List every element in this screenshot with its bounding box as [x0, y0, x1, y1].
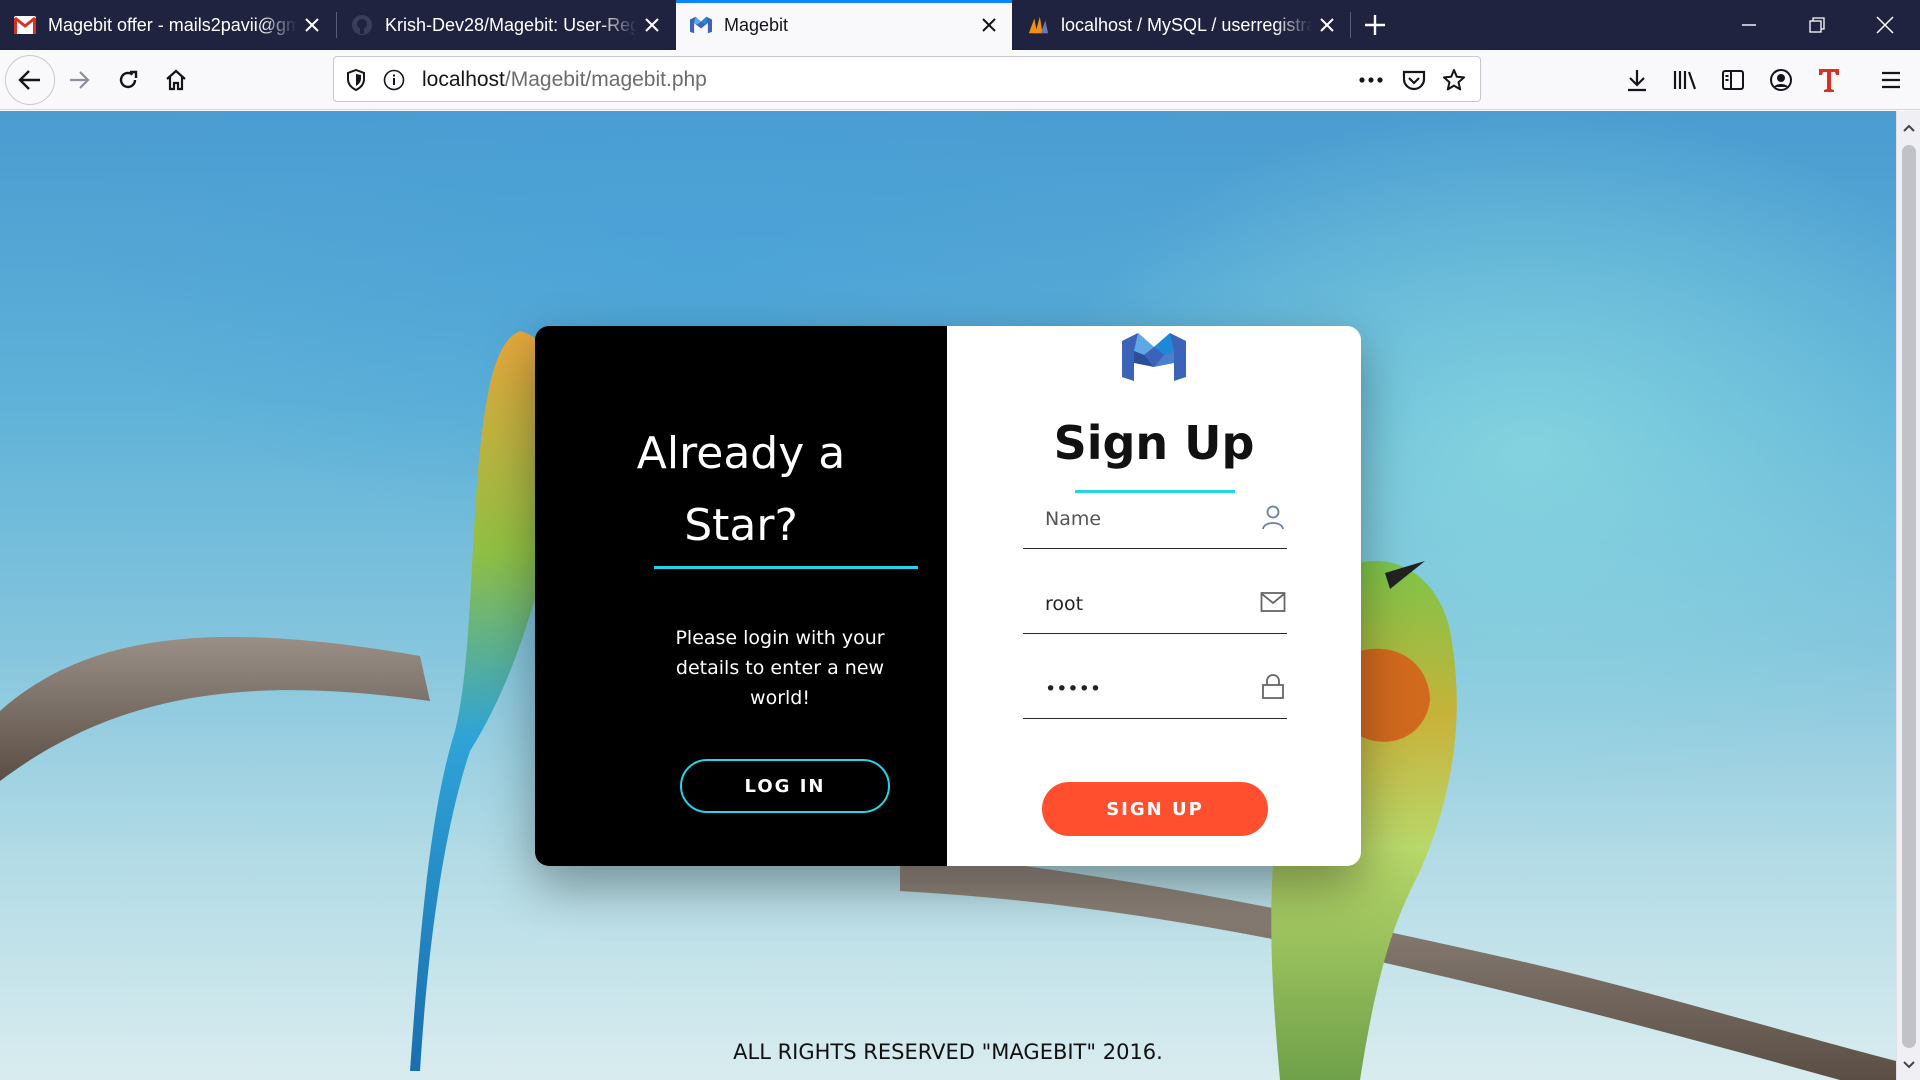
- new-tab-button[interactable]: [1358, 8, 1392, 42]
- sidebar-button[interactable]: [1716, 63, 1750, 97]
- signup-title: Sign Up: [1053, 416, 1255, 470]
- url-bar[interactable]: localhost/Magebit/magebit.php: [333, 56, 1481, 102]
- close-tab-icon[interactable]: [1312, 10, 1342, 40]
- tab-title: Magebit: [724, 14, 789, 35]
- email-input[interactable]: [1045, 588, 1245, 620]
- home-button[interactable]: [156, 60, 196, 100]
- gmail-icon: [14, 14, 36, 36]
- signup-panel: Sign Up SIGN UP: [947, 326, 1361, 866]
- extension-button[interactable]: [1812, 63, 1846, 97]
- sidebar-icon: [1722, 70, 1744, 90]
- scrollbar-thumb[interactable]: [1902, 145, 1916, 1048]
- download-icon: [1628, 70, 1646, 92]
- email-field: [1023, 574, 1287, 634]
- signup-button[interactable]: SIGN UP: [1042, 782, 1268, 836]
- account-button[interactable]: [1764, 63, 1798, 97]
- navigation-toolbar: localhost/Magebit/magebit.php: [0, 50, 1920, 110]
- plus-icon: [1365, 15, 1385, 35]
- tab-github[interactable]: Krish-Dev28/Magebit: User-Registration: [337, 0, 675, 50]
- close-tab-icon[interactable]: [637, 10, 667, 40]
- scroll-down-icon[interactable]: [1900, 1056, 1918, 1074]
- login-heading-line1: Already a: [636, 428, 846, 479]
- shield-icon[interactable]: [344, 68, 368, 92]
- site-info-icon[interactable]: [382, 68, 406, 92]
- auth-card: Already a Star? Please login with your d…: [535, 326, 1361, 866]
- name-input[interactable]: [1045, 503, 1245, 535]
- url-host: localhost: [422, 68, 505, 91]
- reload-button[interactable]: [108, 60, 148, 100]
- reload-icon: [119, 70, 138, 89]
- branch-left: [0, 636, 430, 781]
- tab-gmail[interactable]: Magebit offer - mails2pavii@gmail.com: [0, 0, 335, 50]
- close-tab-icon[interactable]: [974, 10, 1004, 40]
- page-scrollbar[interactable]: [1896, 111, 1920, 1080]
- tab-magebit[interactable]: Magebit: [676, 0, 1012, 50]
- footer-copyright: ALL RIGHTS RESERVED "MAGEBIT" 2016.: [733, 1040, 1163, 1064]
- home-icon: [166, 69, 186, 91]
- close-icon: [1876, 16, 1894, 34]
- hamburger-menu-icon: [1882, 71, 1900, 89]
- account-icon: [1770, 69, 1792, 91]
- tab-strip: Magebit offer - mails2pavii@gmail.com Kr…: [0, 0, 1920, 50]
- pocket-icon[interactable]: [1402, 68, 1426, 92]
- password-field: [1023, 659, 1287, 719]
- page-actions-icon[interactable]: [1359, 68, 1383, 92]
- extension-t-icon: [1819, 69, 1839, 92]
- lock-icon: [1259, 673, 1287, 701]
- login-heading-line2: Star?: [684, 500, 798, 551]
- user-icon: [1259, 503, 1287, 531]
- tab-title: Magebit offer - mails2pavii@gmail.com: [48, 14, 297, 35]
- phpmyadmin-icon: [1027, 14, 1049, 36]
- magebit-icon: [690, 14, 712, 36]
- url-path: /Magebit/magebit.php: [504, 68, 707, 91]
- magebit-logo: [1122, 333, 1186, 381]
- login-button[interactable]: LOG IN: [680, 759, 890, 813]
- github-icon: [351, 14, 373, 36]
- close-tab-icon[interactable]: [297, 10, 327, 40]
- bookmark-star-icon[interactable]: [1442, 68, 1466, 92]
- downloads-button[interactable]: [1620, 63, 1654, 97]
- back-button[interactable]: [5, 55, 55, 105]
- minimize-button[interactable]: [1718, 0, 1780, 50]
- restore-icon: [1809, 17, 1825, 33]
- login-heading: Already a Star?: [575, 418, 907, 562]
- scroll-up-icon[interactable]: [1900, 119, 1918, 137]
- tab-divider: [1350, 12, 1351, 38]
- url-text[interactable]: localhost/Magebit/magebit.php: [422, 68, 707, 92]
- minimize-icon: [1742, 24, 1756, 26]
- page-content: Already a Star? Please login with your d…: [0, 111, 1896, 1080]
- library-icon: [1673, 71, 1697, 90]
- login-message: Please login with your details to enter …: [675, 627, 885, 709]
- heading-underline: [654, 566, 918, 569]
- tab-title: Krish-Dev28/Magebit: User-Registration: [385, 14, 637, 35]
- name-field: [1023, 489, 1287, 549]
- login-panel: Already a Star? Please login with your d…: [535, 326, 947, 866]
- tab-phpmyadmin[interactable]: localhost / MySQL / userregistration: [1013, 0, 1350, 50]
- restore-button[interactable]: [1786, 0, 1848, 50]
- library-button[interactable]: [1668, 63, 1702, 97]
- password-input[interactable]: [1045, 673, 1245, 705]
- tab-title: localhost / MySQL / userregistration: [1061, 14, 1312, 35]
- forward-button[interactable]: [60, 60, 100, 100]
- menu-button[interactable]: [1874, 63, 1908, 97]
- arrow-right-icon: [70, 71, 90, 89]
- envelope-icon: [1259, 588, 1287, 616]
- close-window-button[interactable]: [1854, 0, 1916, 50]
- arrow-left-icon: [18, 70, 40, 90]
